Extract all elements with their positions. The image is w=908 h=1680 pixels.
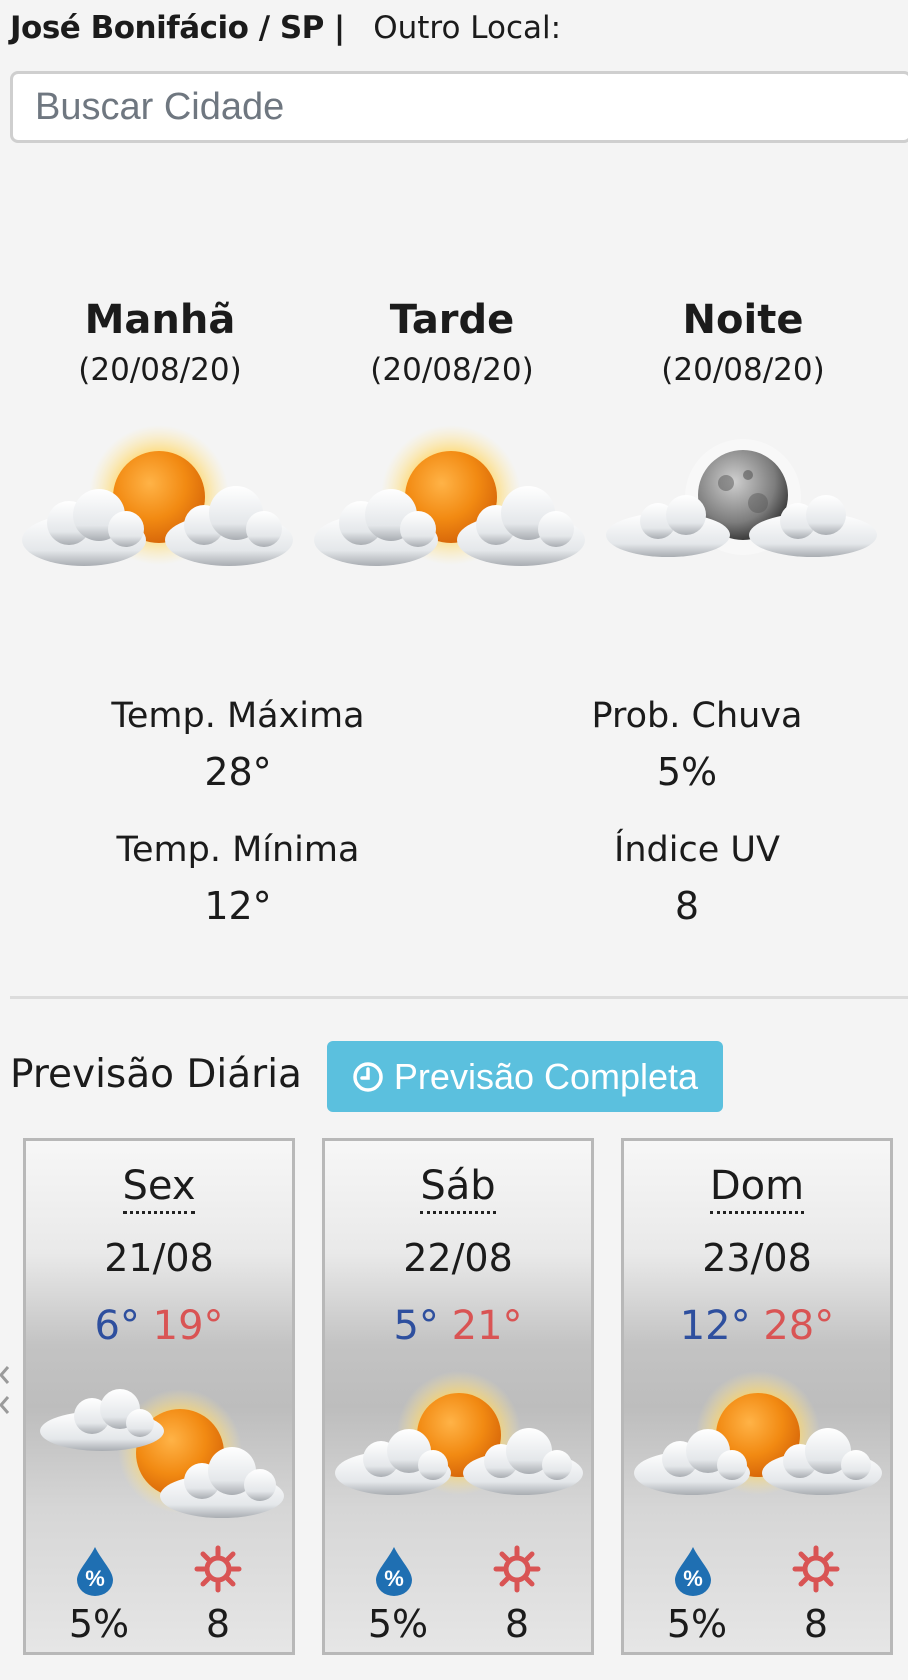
uv-index-label: Índice UV	[614, 830, 780, 870]
current-city: José Bonifácio / SP	[10, 10, 324, 46]
rain-prob: 5%	[68, 1602, 130, 1646]
svg-text:%: %	[683, 1566, 703, 1591]
daily-forecast-title: Previsão Diária	[10, 1052, 302, 1097]
uv-index-stat: Índice UV 8	[537, 824, 857, 936]
rain-prob: 5%	[666, 1602, 728, 1646]
min-temp-label: Temp. Mínima	[116, 830, 360, 870]
day-temps: 6° 19°	[26, 1301, 292, 1351]
max-temp-label: Temp. Máxima	[111, 696, 365, 736]
period-date: (20/08/20)	[78, 352, 242, 388]
uv-index-value: 8	[674, 884, 700, 928]
rain-prob-stat: Prob. Chuva 5%	[537, 690, 857, 802]
moon-behind-clouds-icon	[606, 439, 877, 557]
city-search-input[interactable]	[10, 71, 908, 143]
sun-behind-clouds-icon	[22, 425, 293, 566]
partly-cloudy-icon	[40, 1389, 284, 1518]
period-date: (20/08/20)	[370, 352, 534, 388]
min-temp: 12°	[679, 1303, 751, 1349]
day-card-fri[interactable]: Sex 21/08 6° 19° % 5% 8	[23, 1138, 295, 1655]
rain-prob-value: 5%	[656, 750, 718, 794]
min-temp-value: 12°	[204, 884, 272, 928]
rain-drop-icon: %	[675, 1547, 711, 1596]
period-afternoon: Tarde (20/08/20)	[302, 290, 602, 390]
min-temp: 5°	[393, 1303, 439, 1349]
full-forecast-button[interactable]: Previsão Completa	[327, 1041, 723, 1112]
min-temp-stat: Temp. Mínima 12°	[78, 824, 398, 936]
sun-behind-clouds-icon	[634, 1371, 882, 1495]
day-temps: 5° 21°	[325, 1301, 591, 1351]
period-date: (20/08/20)	[661, 352, 825, 388]
uv-index: 8	[205, 1602, 231, 1646]
day-date: 23/08	[702, 1236, 812, 1280]
carousel-prev-icon[interactable]	[0, 1365, 14, 1419]
other-location-label: Outro Local:	[373, 10, 562, 46]
rain-prob: 5%	[367, 1602, 429, 1646]
clock-icon	[353, 1061, 383, 1092]
uv-index: 8	[504, 1602, 530, 1646]
uv-sun-icon	[194, 1545, 242, 1593]
period-name: Tarde	[389, 297, 515, 343]
day-date: 21/08	[104, 1236, 214, 1280]
period-night: Noite (20/08/20)	[593, 290, 893, 390]
section-divider	[10, 996, 908, 999]
svg-text:%: %	[85, 1566, 105, 1591]
uv-index: 8	[803, 1602, 829, 1646]
full-forecast-label: Previsão Completa	[393, 1055, 699, 1097]
day-card-sun[interactable]: Dom 23/08 12° 28° % 5% 8	[621, 1138, 893, 1655]
day-name[interactable]: Sex	[26, 1161, 292, 1214]
max-temp: 21°	[451, 1303, 523, 1349]
day-date: 22/08	[403, 1236, 513, 1280]
location-header: José Bonifácio / SP | Outro Local:	[10, 6, 561, 50]
sun-behind-clouds-icon	[314, 425, 585, 566]
day-name[interactable]: Dom	[624, 1161, 890, 1214]
day-card-sat[interactable]: Sáb 22/08 5° 21° % 5% 8	[322, 1138, 594, 1655]
max-temp-value: 28°	[204, 750, 272, 794]
uv-sun-icon	[792, 1545, 840, 1593]
rain-drop-icon: %	[376, 1547, 412, 1596]
rain-prob-label: Prob. Chuva	[591, 696, 803, 736]
rain-drop-icon: %	[77, 1547, 113, 1596]
day-name[interactable]: Sáb	[325, 1161, 591, 1214]
header-separator: |	[333, 10, 346, 46]
sun-behind-clouds-icon	[335, 1371, 583, 1495]
uv-sun-icon	[493, 1545, 541, 1593]
period-morning: Manhã (20/08/20)	[10, 290, 310, 390]
day-temps: 12° 28°	[624, 1301, 890, 1351]
max-temp: 28°	[763, 1303, 835, 1349]
period-name: Manhã	[84, 297, 236, 343]
max-temp-stat: Temp. Máxima 28°	[78, 690, 398, 802]
max-temp: 19°	[152, 1303, 224, 1349]
svg-text:%: %	[384, 1566, 404, 1591]
period-name: Noite	[682, 297, 804, 343]
min-temp: 6°	[94, 1303, 140, 1349]
